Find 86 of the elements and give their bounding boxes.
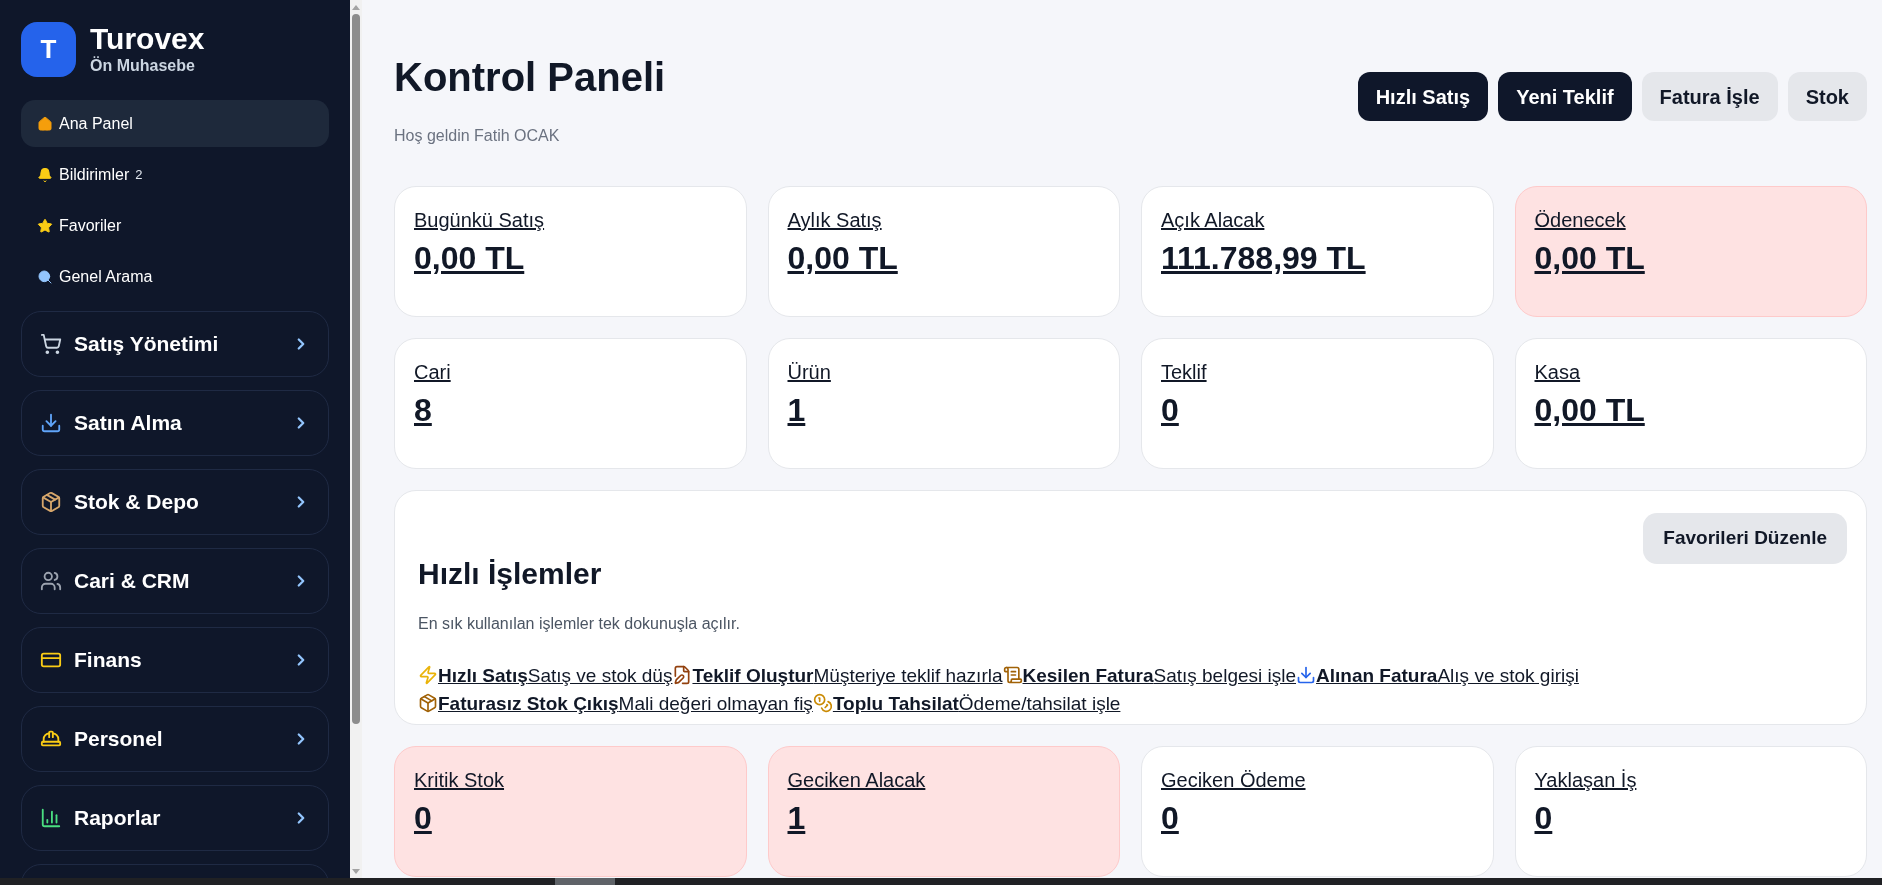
stat-label[interactable]: Cari — [414, 359, 451, 385]
nav-item[interactable]: Favoriler — [21, 202, 329, 249]
menu-group-label: Cari & CRM — [74, 568, 191, 595]
section-title: Hızlı İşlemler — [418, 556, 602, 592]
header-button[interactable]: Stok — [1787, 72, 1867, 121]
notification-count: 2 — [135, 165, 143, 184]
stat-label[interactable]: Bugünkü Satış — [414, 207, 545, 233]
tray-download-icon — [40, 412, 62, 434]
cart-icon — [40, 333, 62, 355]
scrollbar-thumb[interactable] — [352, 14, 360, 724]
edit-favorites-button[interactable]: Favorileri Düzenle — [1643, 513, 1847, 564]
quick-action-link[interactable]: Alınan FaturaAlış ve stok girişi — [1296, 662, 1579, 690]
menu-group-label: Personel — [74, 726, 164, 753]
stat-value[interactable]: 0 — [1161, 391, 1179, 429]
menu-group-label: Raporlar — [74, 805, 162, 832]
house-icon — [37, 115, 53, 132]
menu-group-label: Stok & Depo — [74, 489, 200, 516]
logo: T — [21, 22, 76, 77]
nav-item[interactable]: Genel Arama — [21, 253, 329, 300]
people-icon — [40, 570, 62, 592]
menu-group-label: Satın Alma — [74, 410, 183, 437]
header-button[interactable]: Fatura İşle — [1641, 72, 1778, 121]
scroll-down-icon[interactable] — [352, 869, 360, 875]
stat-label[interactable]: Geciken Alacak — [787, 767, 926, 793]
menu-group[interactable]: Finans — [21, 627, 329, 693]
nav-label: Favoriler — [59, 215, 122, 236]
menu-group[interactable]: Stok & Depo — [21, 469, 329, 535]
page-title: Kontrol Paneli — [394, 54, 666, 101]
stat-label[interactable]: Kasa — [1534, 359, 1581, 385]
scroll-icon — [1002, 665, 1023, 685]
stat-label[interactable]: Geciken Ödeme — [1161, 767, 1306, 793]
tray-download-icon — [1296, 665, 1317, 685]
menu-group[interactable]: Cari & CRM — [21, 548, 329, 614]
stat-label[interactable]: Ödenecek — [1534, 207, 1626, 233]
nav-label: Genel Arama — [59, 266, 153, 287]
box-icon — [418, 693, 438, 713]
stat-value[interactable]: 1 — [787, 391, 806, 429]
section-subtitle: En sık kullanılan işlemler tek dokunuşla açılır. — [418, 614, 741, 634]
stat-value[interactable]: 8 — [414, 391, 432, 429]
brand-name: Turovex — [90, 22, 205, 55]
memo-icon — [672, 665, 693, 685]
stat-label[interactable]: Kritik Stok — [414, 767, 505, 793]
menu-group-label: Finans — [74, 647, 143, 674]
quick-action-link[interactable]: Hızlı SatışSatış ve stok düş — [418, 662, 673, 690]
stat-value[interactable]: 0 — [414, 799, 432, 837]
scrollbar-thumb[interactable] — [555, 878, 615, 885]
scroll-up-icon[interactable] — [352, 4, 360, 10]
stat-label[interactable]: Yaklaşan İş — [1534, 767, 1637, 793]
menu-group[interactable]: Raporlar — [21, 785, 329, 851]
stat-value[interactable]: 0,00 TL — [414, 239, 525, 277]
stat-value[interactable]: 111.788,99 TL — [1161, 239, 1366, 277]
menu-group[interactable]: Personel — [21, 706, 329, 772]
stat-value[interactable]: 0 — [1161, 799, 1179, 837]
welcome-text: Hoş geldin Fatih OCAK — [394, 126, 561, 146]
quick-action-link[interactable]: Faturasız Stok ÇıkışMali değeri olmayan fiş — [418, 690, 813, 718]
stat-value[interactable]: 0 — [1534, 799, 1553, 837]
menu-group[interactable]: Satış Yönetimi — [21, 311, 329, 377]
stat-label[interactable]: Açık Alacak — [1161, 207, 1265, 233]
menu-group-label: Satış Yönetimi — [74, 331, 220, 358]
star-icon — [37, 217, 53, 234]
stat-value[interactable]: 0,00 TL — [787, 239, 898, 277]
stat-value[interactable]: 1 — [787, 799, 806, 837]
horizontal-scrollbar[interactable] — [0, 878, 1882, 885]
box-icon — [40, 491, 62, 513]
stat-label[interactable]: Teklif — [1161, 359, 1207, 385]
nav-item[interactable]: Ana Panel — [21, 100, 329, 147]
menu-group[interactable]: Satın Alma — [21, 390, 329, 456]
stat-value[interactable]: 0,00 TL — [1534, 239, 1645, 277]
quick-action-link[interactable]: Toplu TahsilatÖdeme/tahsilat işle — [812, 690, 1121, 718]
stat-label[interactable]: Ürün — [787, 359, 831, 385]
quick-action-link[interactable]: Kesilen FaturaSatış belgesi işle — [1002, 662, 1297, 690]
quick-action-link[interactable]: Teklif OluşturMüşteriye teklif hazırla — [672, 662, 1003, 690]
header-button[interactable]: Yeni Teklif — [1498, 72, 1632, 121]
bell-icon — [37, 166, 53, 183]
stat-value[interactable]: 0,00 TL — [1534, 391, 1645, 429]
search-icon — [37, 268, 53, 285]
brand-subtitle: Ön Muhasebe — [90, 55, 196, 76]
nav-label: Bildirimler — [59, 164, 130, 185]
coins-icon — [812, 693, 833, 713]
stat-label[interactable]: Aylık Satış — [787, 207, 882, 233]
lightning-icon — [418, 665, 438, 685]
nav-label: Ana Panel — [59, 113, 133, 134]
nav-item[interactable]: Bildirimler 2 — [21, 151, 329, 198]
bar-chart-icon — [40, 807, 62, 829]
header-button[interactable]: Hızlı Satış — [1357, 72, 1489, 121]
sidebar-scrollbar[interactable] — [350, 0, 362, 878]
